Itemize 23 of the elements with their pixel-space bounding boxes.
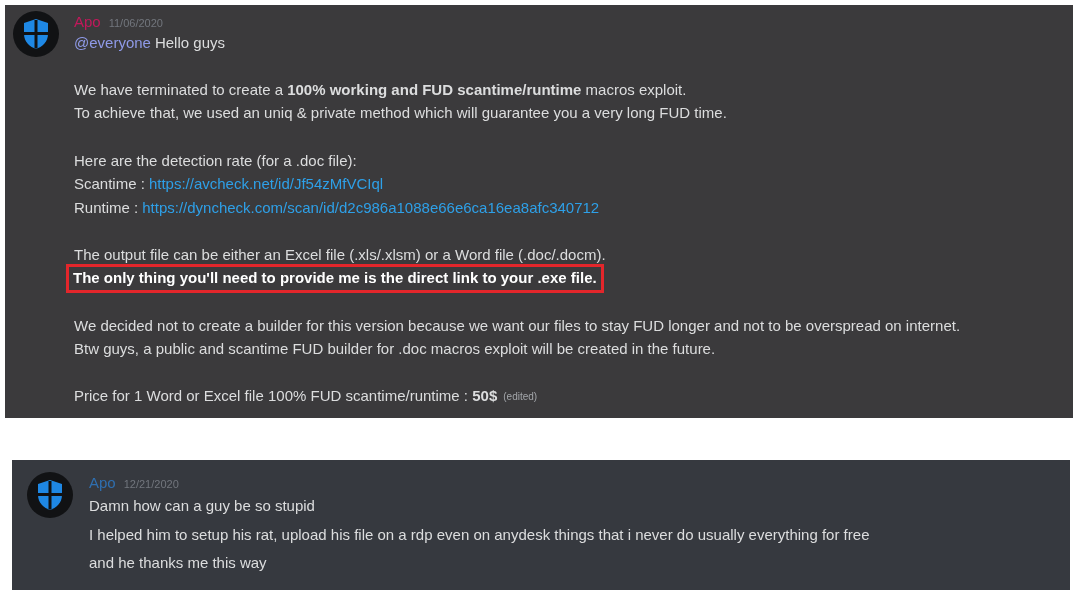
timestamp: 12/21/2020 [123,477,179,492]
message-text: We have terminated to create a 100% working and FUD scantime/runtime macros exploit. [74,79,687,100]
link-label: Scantime : [74,174,145,195]
mention[interactable]: @everyone [74,31,151,55]
message-text: Hello guys [154,32,225,53]
author-name[interactable]: Apo [89,472,116,495]
timestamp: 11/06/2020 [108,16,163,31]
message-text: Here are the detection rate (for a .doc file): [74,150,357,171]
url-link[interactable]: https://avcheck.net/id/Jf54zMfVCIql [148,173,384,196]
message-text: We decided not to create a builder for this version because we want our files to stay FUD longer and not to be overspread on internet. [74,315,961,336]
message-text: Btw guys, a public and scantime FUD builder for .doc macros exploit will be created in the future. [74,339,716,360]
message-text: To achieve that, we used an uniq & private method which will guarantee you a very long FUD time. [74,103,727,124]
message-text: The output file can be either an Excel file (.xls/.xlsm) or a Word file (.doc/.docm). [74,244,606,265]
highlight-box: The only thing you'll need to provide me is the direct link to your .exe file. [66,264,604,293]
message-text: Price for 1 Word or Excel file 100% FUD scantime/runtime : 50$ [74,386,498,407]
url-link[interactable]: https://dyncheck.com/scan/id/d2c986a1088e66e6ca16ea8afc340712 [142,196,600,220]
message-text: Damn how can a guy be so stupid [89,496,315,516]
message-text: and he thanks me this way [89,553,267,573]
edited-label: (edited) [503,390,538,405]
message-text: I helped him to setup his rat, upload his file on a rdp even on anydesk things that i never do usually everything for free [89,524,870,545]
link-label: Runtime : [74,197,139,218]
shield-avatar-icon [27,472,73,518]
shield-avatar-icon [13,11,59,57]
